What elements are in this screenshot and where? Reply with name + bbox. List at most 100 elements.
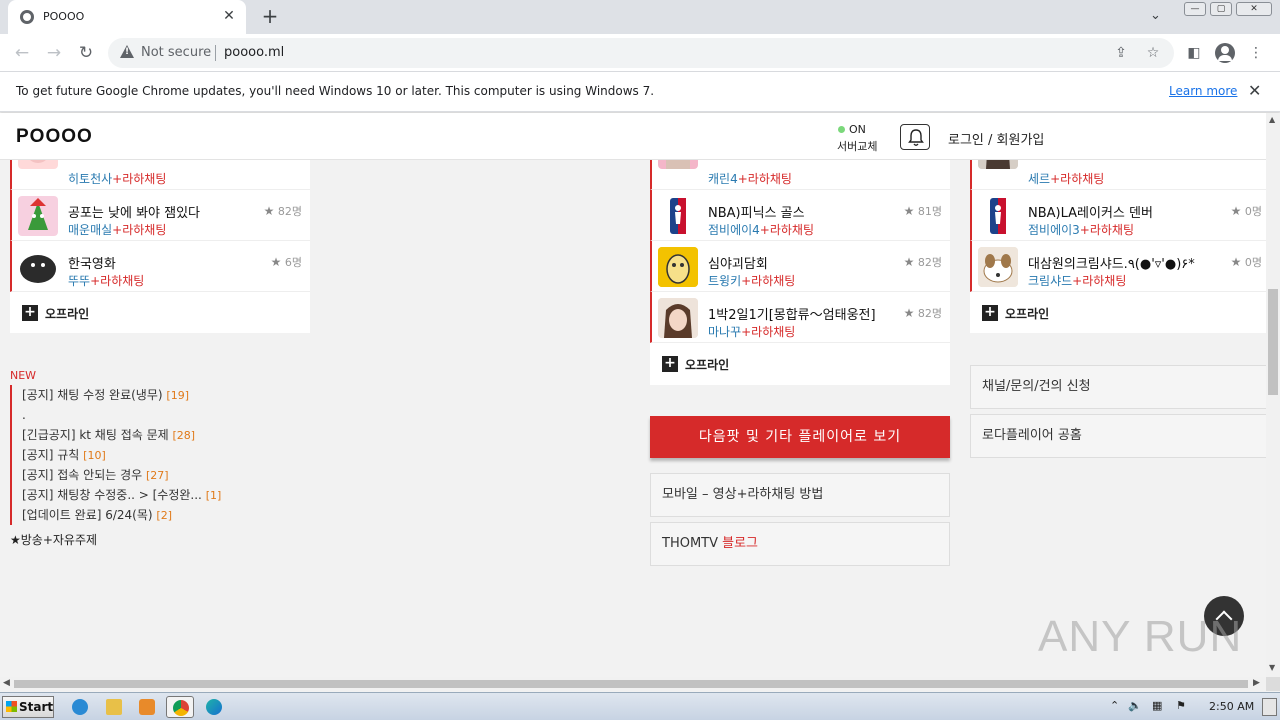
url-text[interactable]: poooo.ml bbox=[224, 45, 284, 60]
forward-arrow-icon[interactable]: → bbox=[42, 41, 66, 65]
notice-item[interactable]: [공지] 채팅 수정 완료(냉무) [19] bbox=[12, 385, 310, 405]
channel-row[interactable]: NBA)LA레이커스 덴버 점비에이3+라하채팅 ★ 0명 bbox=[970, 190, 1266, 241]
scroll-right-arrow-icon[interactable]: ▶ bbox=[1253, 678, 1260, 688]
nba-logo-icon bbox=[658, 196, 698, 236]
security-label[interactable]: Not secure bbox=[141, 45, 211, 60]
comment-count: [28] bbox=[172, 429, 196, 442]
status-dot-icon bbox=[838, 126, 845, 133]
address-bar[interactable]: Not secure poooo.ml ⇪ ☆ bbox=[108, 38, 1174, 68]
taskbar-ie[interactable] bbox=[66, 696, 94, 718]
back-arrow-icon[interactable]: ← bbox=[10, 41, 34, 65]
window-close-button[interactable]: ✕ bbox=[1236, 2, 1272, 16]
infobar-close-icon[interactable]: ✕ bbox=[1248, 81, 1261, 100]
horizontal-scroll-thumb[interactable] bbox=[14, 680, 1248, 688]
network-icon[interactable]: ▦ bbox=[1152, 699, 1162, 712]
notice-title[interactable]: . bbox=[22, 408, 26, 422]
rodaplayer-home-button[interactable]: 로다플레이어 공홈 bbox=[970, 414, 1266, 458]
channel-subtitle: 점비에이3+라하채팅 bbox=[1028, 221, 1134, 238]
offline-toggle[interactable]: + 오프라인 bbox=[650, 344, 950, 384]
minimize-button[interactable]: — bbox=[1184, 2, 1206, 16]
other-players-button[interactable]: 다음팟 및 기타 플레이어로 보기 bbox=[650, 416, 950, 458]
notice-title[interactable]: [공지] 채팅 수정 완료(냉무) bbox=[22, 388, 163, 402]
channel-title: 1박2일1기[몽합류～엄태웅전] bbox=[708, 308, 876, 323]
blog-button[interactable]: THOMTV 블로그 bbox=[650, 522, 950, 566]
comment-count: [10] bbox=[83, 449, 106, 462]
taskbar-media[interactable] bbox=[133, 696, 161, 718]
action-center-flag-icon[interactable]: ⚑ bbox=[1176, 699, 1186, 712]
channel-request-button[interactable]: 채널/문의/건의 신청 bbox=[970, 365, 1266, 409]
login-signup-link[interactable]: 로그인 / 회원가입 bbox=[948, 129, 1044, 148]
vertical-scroll-thumb[interactable] bbox=[1268, 289, 1278, 395]
tab-close-icon[interactable]: ✕ bbox=[220, 7, 238, 25]
offline-toggle[interactable]: + 오프라인 bbox=[970, 293, 1266, 333]
channel-tag: +라하채팅 bbox=[112, 172, 167, 186]
notice-item[interactable]: [긴급공지] kt 채팅 접속 문제 [28] bbox=[12, 425, 310, 445]
viewer-count-value: 82명 bbox=[277, 205, 302, 218]
channel-tag: +라하채팅 bbox=[1050, 172, 1105, 186]
mobile-guide-button[interactable]: 모바일 – 영상+라하채팅 방법 bbox=[650, 473, 950, 517]
viewer-count-value: 0명 bbox=[1244, 205, 1262, 218]
show-desktop-button[interactable] bbox=[1262, 698, 1277, 716]
horizontal-scrollbar[interactable]: ◀ ▶ bbox=[0, 677, 1266, 691]
scroll-up-arrow-icon[interactable]: ▲ bbox=[1269, 115, 1275, 124]
start-button[interactable]: Start bbox=[2, 696, 54, 718]
taskbar-explorer[interactable] bbox=[100, 696, 128, 718]
volume-icon[interactable]: 🔈 bbox=[1128, 699, 1142, 712]
site-logo[interactable]: POOOO bbox=[16, 126, 93, 148]
channel-subtitle: 트윙키+라하채팅 bbox=[708, 272, 795, 289]
notice-item[interactable]: [업데이트 완료] 6/24(목) [2] bbox=[12, 505, 310, 525]
reload-icon[interactable]: ↻ bbox=[74, 41, 98, 65]
offline-toggle[interactable]: + 오프라인 bbox=[10, 293, 310, 333]
channel-row[interactable]: 심야괴담회 트윙키+라하채팅 ★ 82명 bbox=[650, 241, 950, 292]
channel-subtitle: 뚜뚜+라하채팅 bbox=[68, 272, 144, 289]
side-panel-icon[interactable]: ◧ bbox=[1184, 43, 1204, 63]
channel-subtitle: 세르+라하채팅 bbox=[1028, 170, 1104, 187]
omnibox-separator bbox=[215, 45, 216, 61]
taskbar-chrome[interactable] bbox=[166, 696, 194, 718]
channel-row[interactable]: 1박2일1기[몽합류～엄태웅전] 마나꾸+라하채팅 ★ 82명 bbox=[650, 292, 950, 343]
warning-icon[interactable] bbox=[120, 45, 134, 58]
vertical-scrollbar[interactable]: ▲ ▼ bbox=[1266, 113, 1280, 677]
channel-owner: 매운매실 bbox=[68, 223, 113, 237]
notice-item[interactable]: [공지] 규칙 [10] bbox=[12, 445, 310, 465]
menu-kebab-icon[interactable]: ⋮ bbox=[1246, 43, 1266, 63]
channel-tag: +라하채팅 bbox=[112, 223, 167, 237]
channel-avatar bbox=[658, 247, 698, 287]
learn-more-link[interactable]: Learn more bbox=[1169, 84, 1237, 98]
notice-title[interactable]: [업데이트 완료] 6/24(목) bbox=[22, 508, 153, 522]
notice-item[interactable]: [공지] 접속 안되는 경우 [27] bbox=[12, 465, 310, 485]
notification-bell-button[interactable] bbox=[900, 124, 930, 150]
channel-title: 대삼원의크림샤드.٩(●'▿'●)۶* bbox=[1028, 257, 1195, 272]
browser-toolbar: ← → ↻ Not secure poooo.ml ⇪ ☆ ◧ ⋮ bbox=[0, 34, 1280, 72]
notice-item[interactable]: [공지] 채팅창 수정중.. > [수정완... [1] bbox=[12, 485, 310, 505]
channel-row[interactable]: 공포는 낮에 봐야 잼있다 매운매실+라하채팅 ★ 82명 bbox=[10, 190, 310, 241]
taskbar-edge[interactable] bbox=[200, 696, 228, 718]
share-icon[interactable]: ⇪ bbox=[1112, 44, 1130, 62]
channel-subtitle: 점비에이4+라하채팅 bbox=[708, 221, 814, 238]
channel-row[interactable]: 한국영화 뚜뚜+라하채팅 ★ 6명 bbox=[10, 241, 310, 292]
channel-tag: +라하채팅 bbox=[741, 274, 796, 288]
tab-search-chevron-icon[interactable]: ⌄ bbox=[1150, 8, 1161, 23]
browser-tab[interactable]: POOOO ✕ bbox=[8, 0, 246, 34]
viewer-count: ★ 82명 bbox=[904, 254, 942, 270]
channel-row[interactable]: 대삼원의크림샤드.٩(●'▿'●)۶* 크림샤드+라하채팅 ★ 0명 bbox=[970, 241, 1266, 292]
notice-title[interactable]: [긴급공지] kt 채팅 접속 문제 bbox=[22, 428, 169, 442]
scroll-down-arrow-icon[interactable]: ▼ bbox=[1269, 663, 1275, 672]
server-switch-button[interactable]: 서버교체 bbox=[837, 138, 877, 154]
channel-owner: 히토천사 bbox=[68, 172, 113, 186]
broadcast-free-topic-link[interactable]: ★방송+자유주제 bbox=[10, 531, 97, 548]
notice-item[interactable]: . bbox=[12, 405, 310, 425]
notice-title[interactable]: [공지] 규칙 bbox=[22, 448, 79, 462]
taskbar-clock[interactable]: 2:50 AM bbox=[1209, 700, 1254, 713]
channel-subtitle: 매운매실+라하채팅 bbox=[68, 221, 166, 238]
viewer-count-value: 6명 bbox=[284, 256, 302, 269]
new-tab-button[interactable]: + bbox=[258, 5, 282, 29]
bookmark-star-icon[interactable]: ☆ bbox=[1144, 44, 1162, 62]
scroll-left-arrow-icon[interactable]: ◀ bbox=[3, 678, 10, 688]
notice-title[interactable]: [공지] 채팅창 수정중.. > [수정완... bbox=[22, 488, 202, 502]
channel-row[interactable]: NBA)피닉스 골스 점비에이4+라하채팅 ★ 81명 bbox=[650, 190, 950, 241]
tray-expand-icon[interactable]: ⌃ bbox=[1110, 699, 1119, 712]
restore-button[interactable]: ▢ bbox=[1210, 2, 1232, 16]
profile-avatar-icon[interactable] bbox=[1215, 43, 1235, 63]
notice-title[interactable]: [공지] 접속 안되는 경우 bbox=[22, 468, 142, 482]
